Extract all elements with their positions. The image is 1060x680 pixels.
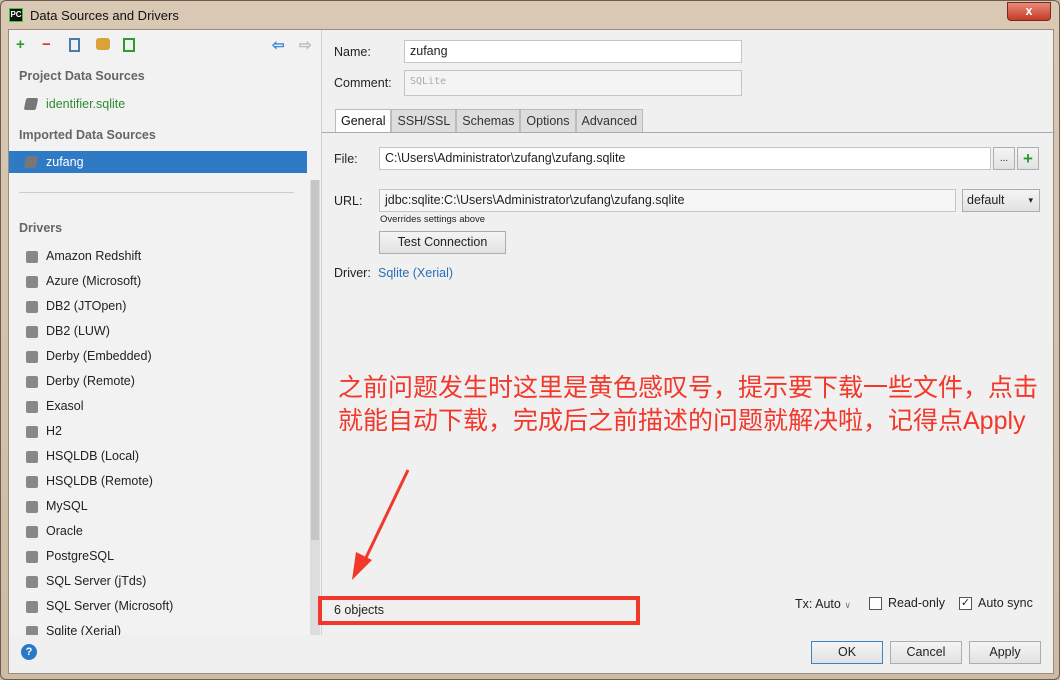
arrow-head — [352, 552, 372, 580]
annotation-highlight-box — [318, 596, 640, 625]
annotation-arrow — [352, 469, 410, 580]
arrow-line — [360, 469, 410, 567]
